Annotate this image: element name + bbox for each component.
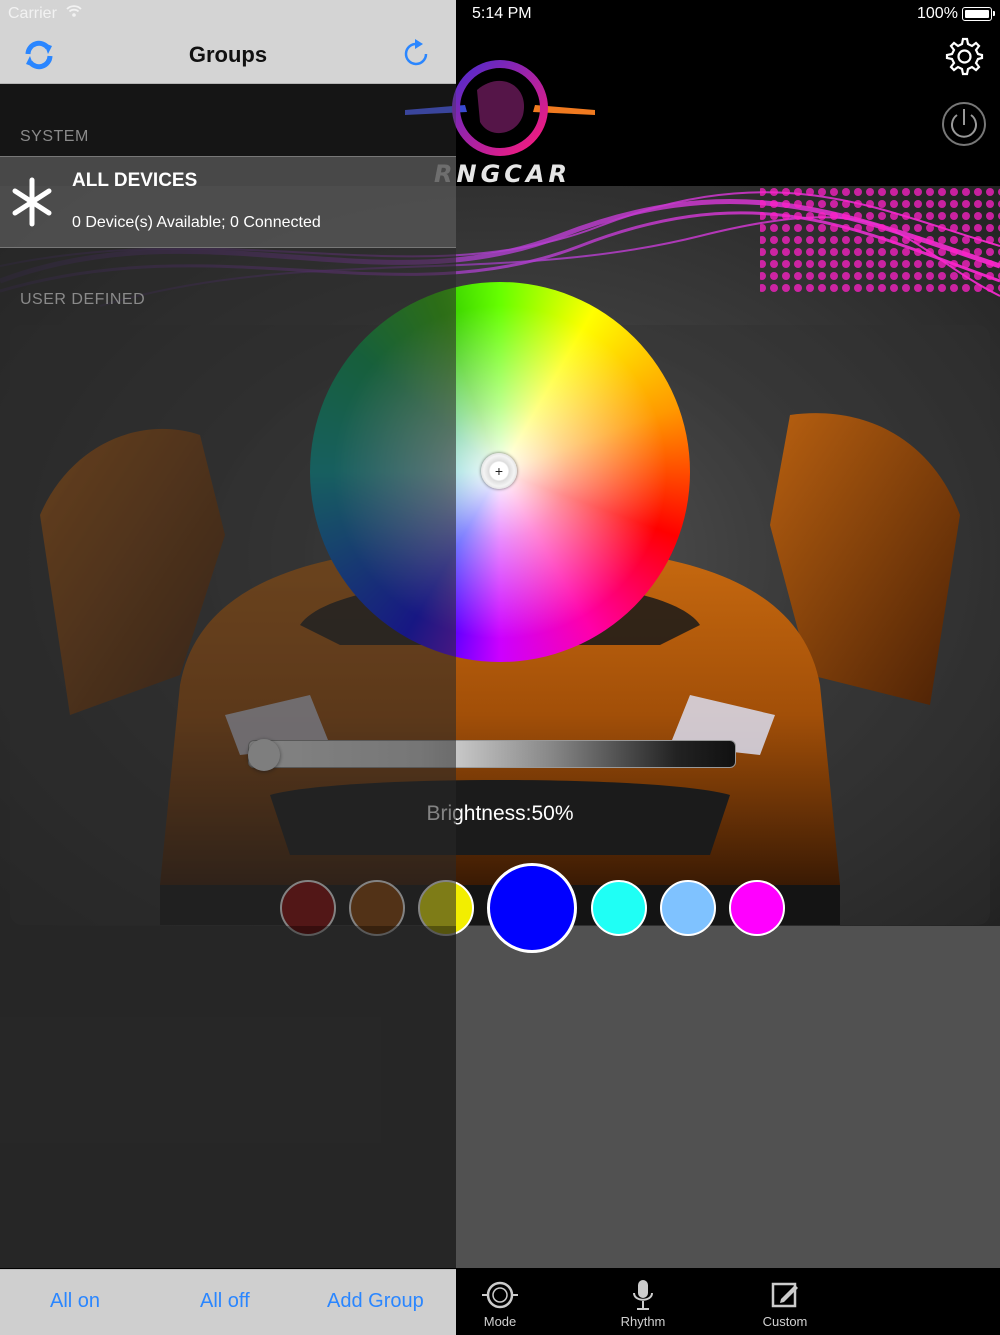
tab-custom[interactable]: Custom bbox=[735, 1270, 835, 1334]
battery-icon bbox=[962, 7, 995, 21]
all-off-button[interactable]: All off bbox=[200, 1290, 250, 1313]
add-group-button[interactable]: Add Group bbox=[327, 1290, 424, 1313]
clock: 5:14 PM bbox=[472, 5, 532, 22]
microphone-icon bbox=[633, 1280, 653, 1310]
list-item-all-devices[interactable] bbox=[0, 156, 456, 248]
tab-rhythm-label: Rhythm bbox=[620, 1314, 666, 1329]
all-on-button[interactable]: All on bbox=[50, 1290, 100, 1313]
all-devices-status: 0 Device(s) Available; 0 Connected bbox=[72, 214, 321, 231]
tab-mode-label: Mode bbox=[483, 1314, 517, 1329]
gear-icon[interactable] bbox=[944, 36, 984, 76]
wifi-icon bbox=[66, 5, 82, 17]
sidebar-lower-background bbox=[0, 926, 456, 1268]
color-swatch-magenta[interactable] bbox=[729, 880, 785, 936]
bluetooth-icon bbox=[12, 177, 52, 227]
tab-rhythm[interactable]: Rhythm bbox=[593, 1270, 693, 1334]
tab-mode[interactable]: Mode bbox=[450, 1270, 550, 1334]
battery-percentage: 100% bbox=[917, 5, 958, 22]
section-header-system: SYSTEM bbox=[20, 128, 89, 145]
refresh-icon[interactable] bbox=[400, 38, 434, 72]
status-bar: Carrier 5:14 PM 100% bbox=[0, 0, 1000, 28]
color-swatch-cyan[interactable] bbox=[591, 880, 647, 936]
section-header-user-defined: USER DEFINED bbox=[20, 291, 146, 308]
color-picker-handle[interactable]: + bbox=[481, 453, 517, 489]
groups-sidebar: Groups SYSTEM ALL DEVICES 0 Device(s) Av… bbox=[0, 0, 456, 1335]
carrier-label: Carrier bbox=[8, 5, 57, 22]
all-devices-title: ALL DEVICES bbox=[72, 170, 198, 191]
color-swatch-light-blue[interactable] bbox=[660, 880, 716, 936]
color-swatch-blue[interactable] bbox=[487, 863, 577, 953]
mode-icon bbox=[482, 1281, 518, 1309]
tab-custom-label: Custom bbox=[762, 1314, 808, 1329]
page-title: Groups bbox=[188, 42, 268, 67]
edit-icon bbox=[771, 1282, 798, 1308]
sync-icon[interactable] bbox=[22, 38, 56, 72]
power-icon[interactable] bbox=[941, 101, 987, 147]
crosshair-icon: + bbox=[494, 463, 504, 479]
